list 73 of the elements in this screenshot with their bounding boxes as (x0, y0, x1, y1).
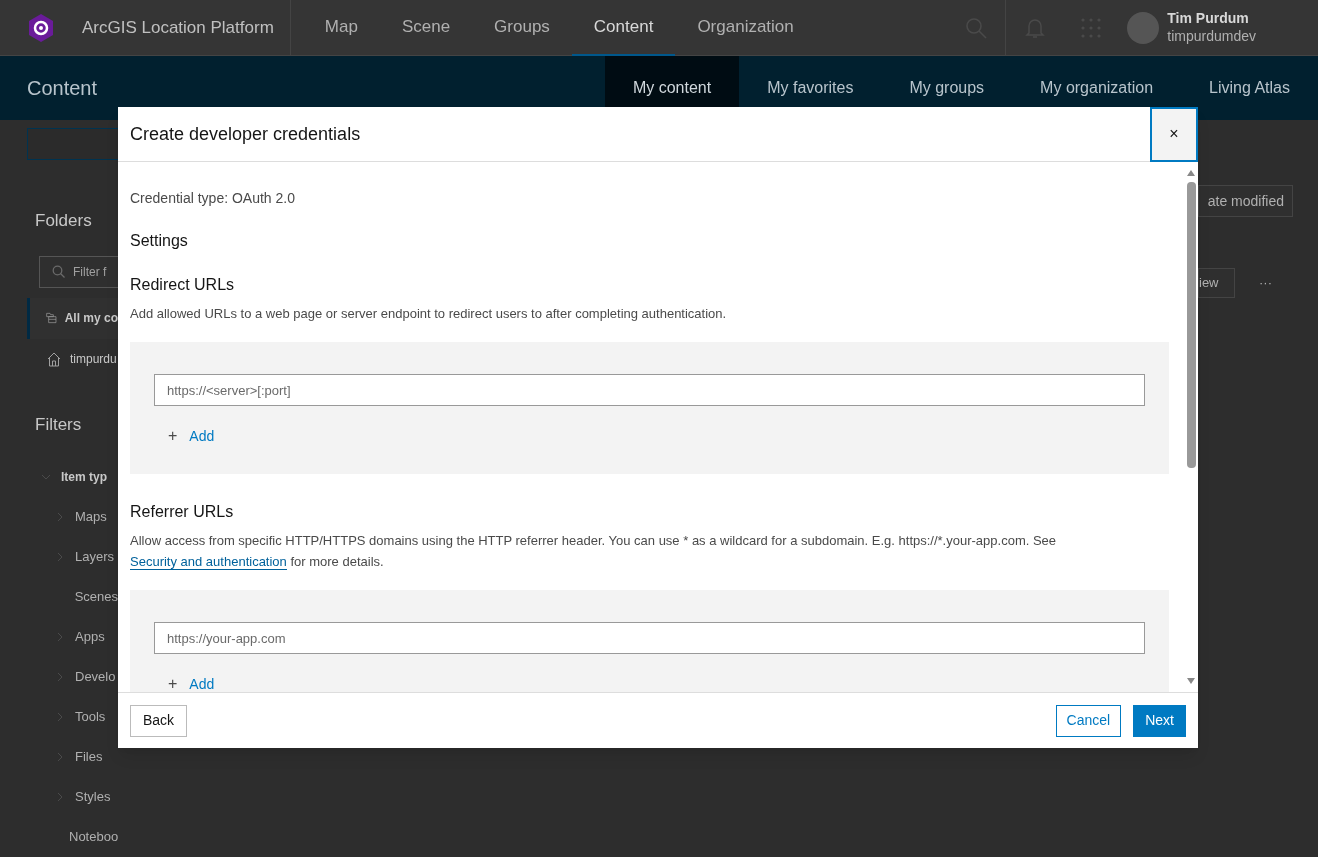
filter-placeholder: Filter f (73, 263, 107, 281)
filter-group[interactable]: Item typ (27, 457, 118, 497)
sort-button[interactable]: ate modified (1198, 185, 1293, 217)
security-link[interactable]: Security and authentication (130, 554, 287, 570)
avatar[interactable] (1127, 11, 1160, 44)
folders-icon (46, 310, 57, 326)
filter-field[interactable]: Filter f (39, 255, 118, 288)
scroll-down-icon[interactable] (1187, 678, 1195, 684)
chevron-right-icon (57, 512, 63, 522)
filter-label: Files (75, 748, 103, 767)
chevron-right-icon (57, 672, 63, 682)
filter-label: Develo (75, 668, 116, 687)
nav-tab[interactable]: Map (302, 0, 380, 56)
filter-item[interactable]: Files (27, 737, 118, 777)
filter-item[interactable]: Tools (27, 697, 118, 737)
chevron-right-icon (57, 552, 63, 562)
filter-label: Styles (75, 788, 111, 807)
chevron-right-icon (57, 792, 63, 802)
chevron-down-icon (41, 474, 51, 480)
section-heading: Filters (34, 413, 83, 436)
url-input[interactable]: https://<server>[:port] (154, 374, 1145, 406)
section-heading: Redirect URLs (130, 275, 236, 295)
filter-item[interactable]: Layers (27, 537, 118, 577)
chevron-right-icon (57, 632, 63, 642)
app-title: ArcGIS Location Platform (82, 0, 291, 56)
chevron-right-icon (57, 712, 63, 722)
back-button[interactable]: Back (130, 704, 188, 737)
dialog-title: Create developer credentials (129, 122, 361, 146)
filter-item[interactable]: Maps (27, 497, 118, 537)
section-description: Allow access from specific HTTP/HTTPS domains using the HTTP referrer header. You can use * as a wildcard for a subdomain. E.g. https://*.your-app.com. See Security and authentication for more details. (130, 532, 1058, 572)
add-button[interactable]: + Add (168, 424, 215, 448)
filter-label: Tools (75, 708, 106, 727)
filter-item[interactable]: Noteboo (27, 817, 118, 857)
filter-item[interactable]: Scenes (27, 577, 118, 617)
folder-item[interactable]: All my co (27, 297, 118, 339)
filter-item[interactable]: Develo (27, 657, 118, 697)
nav-tab[interactable]: Groups (472, 0, 572, 56)
filter-item[interactable]: Apps (27, 617, 118, 657)
logo-icon[interactable] (27, 12, 55, 43)
search-icon (52, 265, 65, 278)
next-button[interactable]: Next (1133, 704, 1186, 737)
nav-tab[interactable]: Scene (379, 0, 473, 56)
page-title: Content (27, 76, 98, 101)
cancel-button[interactable]: Cancel (1055, 704, 1122, 737)
view-button[interactable]: iew (1198, 268, 1235, 298)
close-button[interactable]: × (1150, 106, 1198, 162)
url-input[interactable]: https://your-app.com (154, 622, 1145, 654)
nav-tab[interactable]: Organization (675, 0, 816, 56)
section-description: Add allowed URLs to a web page or server endpoint to redirect users to after completing authentication. (130, 305, 728, 323)
folder-item[interactable]: timpurdu (27, 338, 118, 380)
filter-label: Scenes (74, 588, 118, 607)
section-heading: Settings (130, 231, 189, 251)
username: timpurdumdev (1167, 27, 1256, 45)
filter-label: Noteboo (69, 828, 118, 847)
chevron-right-icon (57, 752, 63, 762)
home-icon (46, 351, 62, 367)
search-bar[interactable] (27, 128, 118, 160)
section-heading: Folders (34, 210, 93, 232)
filter-label: Apps (75, 628, 105, 647)
filter-label: Layers (75, 548, 115, 567)
credential-type: Credential type: OAuth 2.0 (130, 189, 296, 208)
user-name: Tim Purdum (1167, 10, 1250, 28)
folder-label: timpurdu (70, 351, 117, 368)
add-button[interactable]: + Add (168, 672, 215, 692)
section-heading: Referrer URLs (130, 502, 235, 522)
filter-item[interactable]: Styles (27, 777, 118, 817)
scroll-up-icon[interactable] (1187, 170, 1195, 176)
more-button[interactable]: ··· (1259, 273, 1272, 293)
filter-group-label: Item typ (61, 469, 107, 486)
plus-icon: + (168, 424, 178, 448)
filter-label: Maps (75, 508, 107, 527)
folder-label: All my co (64, 310, 118, 327)
plus-icon: + (168, 672, 178, 692)
